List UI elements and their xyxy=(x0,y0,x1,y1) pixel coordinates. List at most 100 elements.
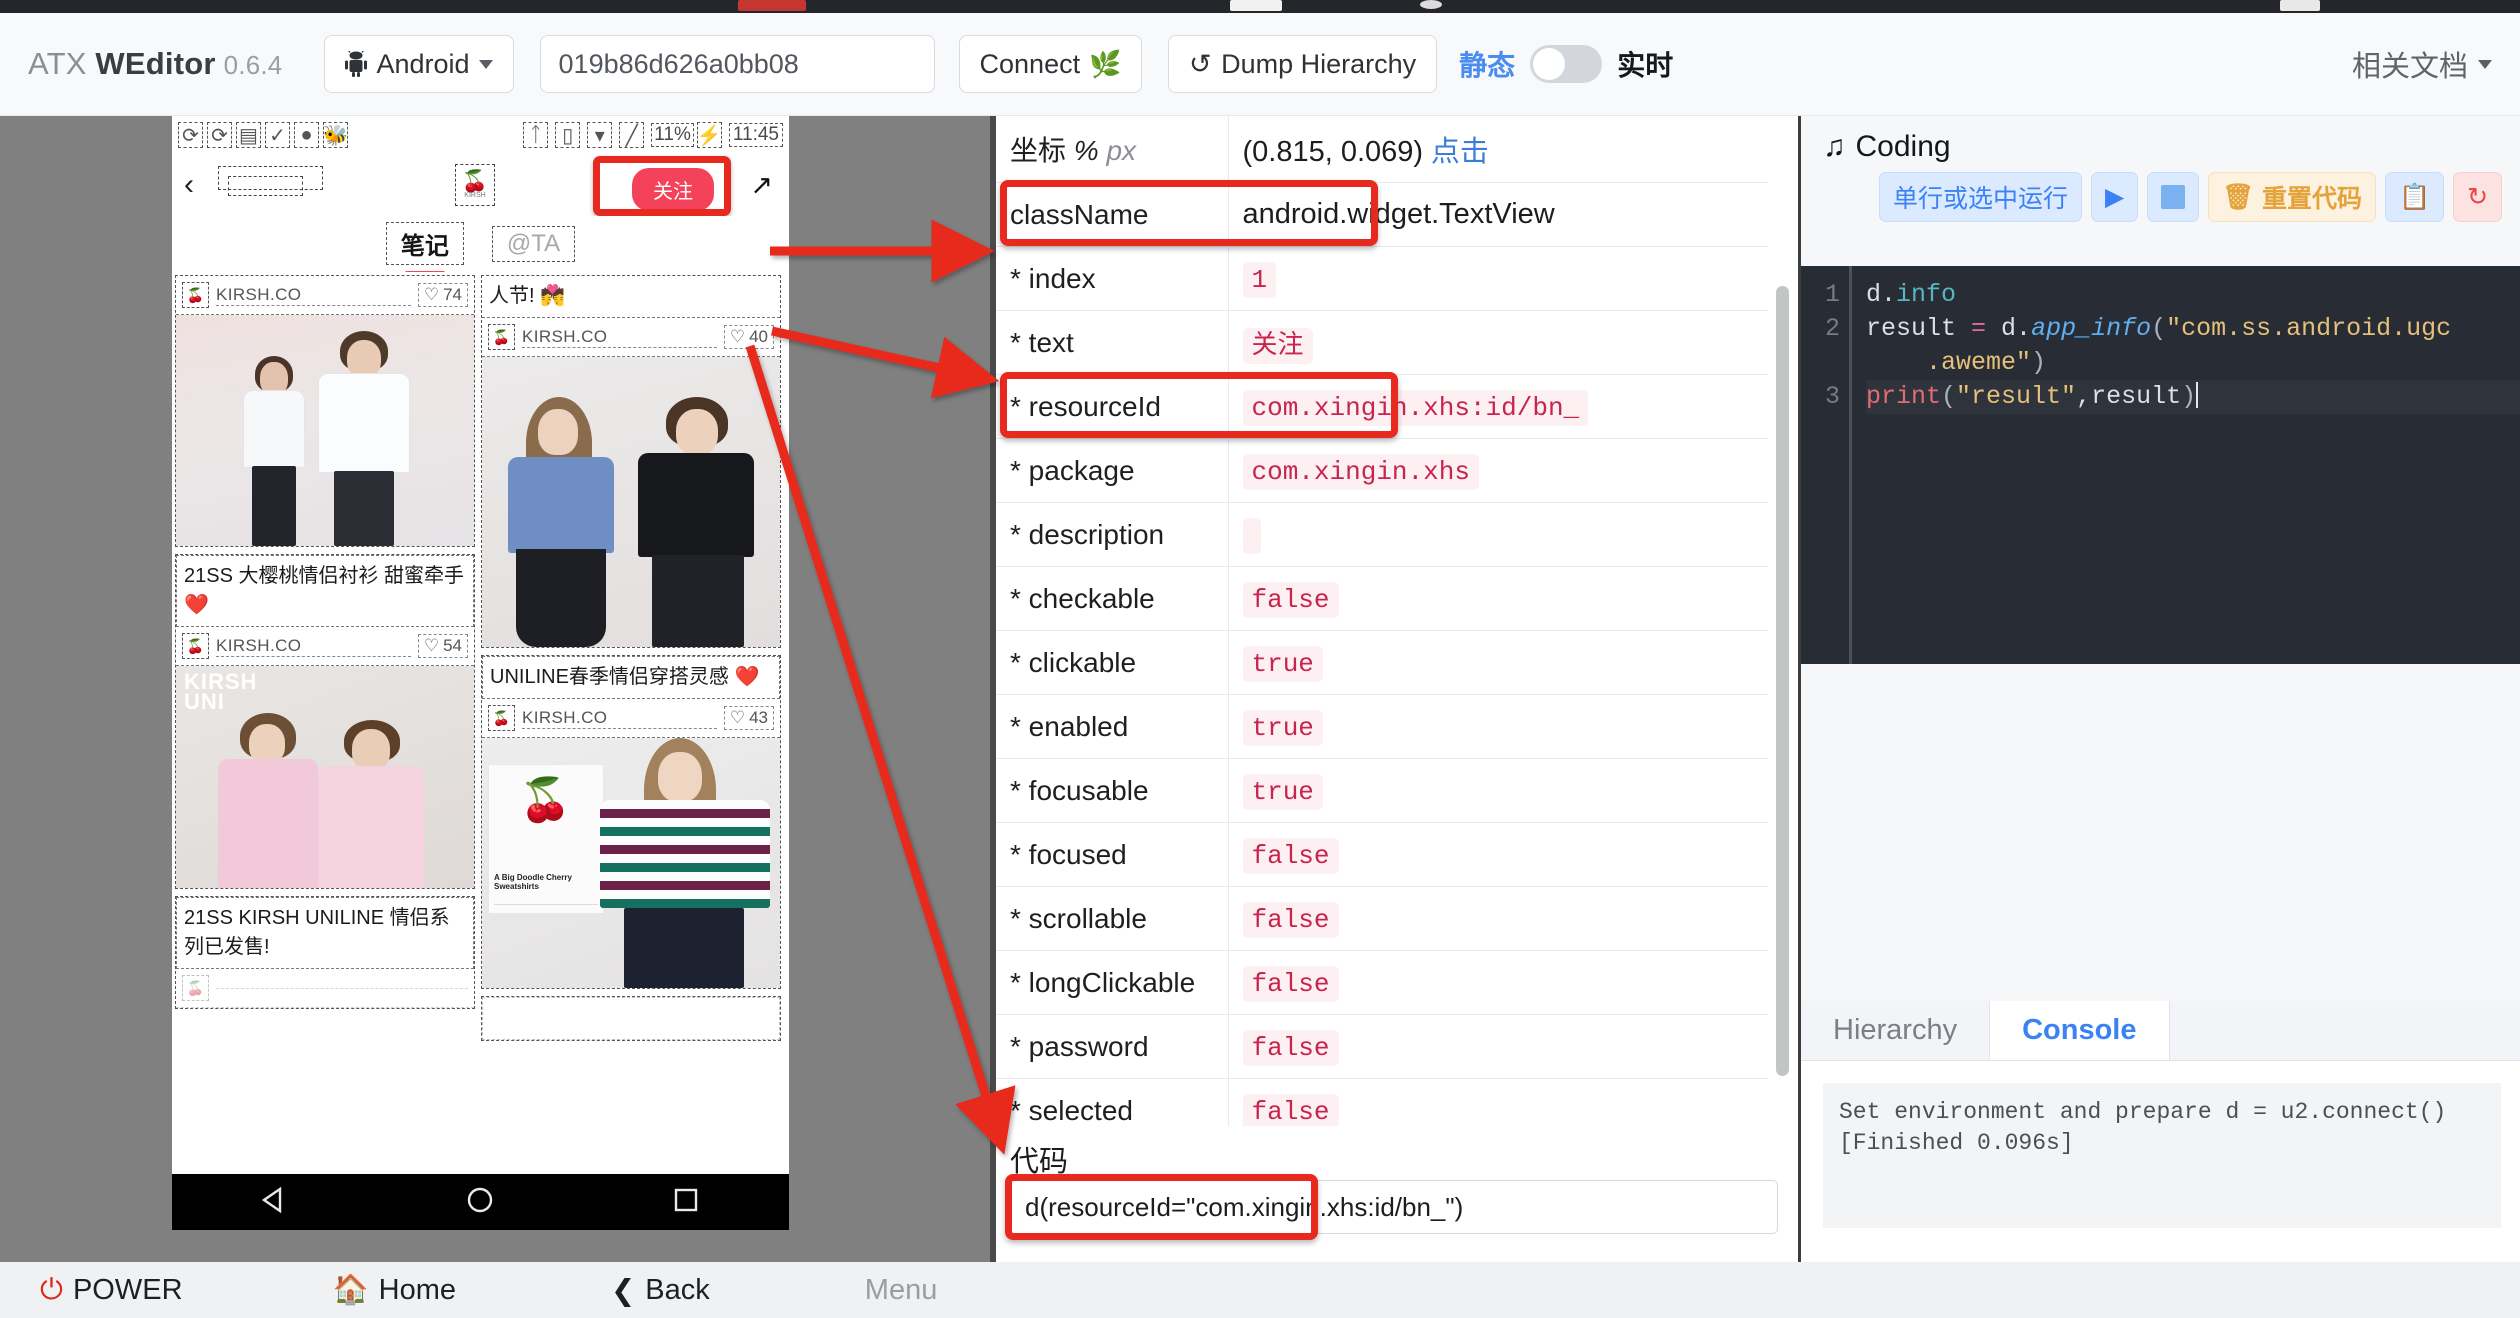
feed-card[interactable]: 🍒 KIRSH.CO ♡74 xyxy=(175,275,475,547)
back-button[interactable]: ❮ Back xyxy=(611,1273,710,1308)
prop-text: false xyxy=(1243,966,1339,1002)
stop-button[interactable] xyxy=(2147,172,2199,222)
prop-text: false xyxy=(1243,838,1339,874)
prop-key-checkable: * checkable xyxy=(996,567,1228,631)
prop-value-selected: false xyxy=(1228,1079,1768,1127)
card-title: 21SS 大樱桃情侣衬衫 甜蜜牵手 ❤️ xyxy=(176,555,474,627)
connect-button[interactable]: Connect 🌿 xyxy=(959,35,1143,93)
run-button[interactable]: ▶ xyxy=(2091,172,2138,222)
device-screen[interactable]: ⟳ ⟳ ▤ ✓ ● 🐝 ᛏ ▯ ▾ ╱ 11% ⚡ 11:45 ‹ xyxy=(172,116,789,1230)
feed-card[interactable]: 21SS KIRSH UNILINE 情侣系列已发售! 🍒 xyxy=(175,896,475,1009)
battery-percent: 11% xyxy=(651,123,694,147)
menu-button[interactable]: Menu xyxy=(865,1274,938,1307)
square-recents-icon[interactable] xyxy=(671,1186,701,1219)
properties-scroll-region[interactable]: 坐标 % px (0.815, 0.069) 点击 className andr… xyxy=(996,116,1798,1126)
signal-off-icon: ╱ xyxy=(619,122,644,148)
nav-subtitle-placeholder xyxy=(228,176,303,196)
code-section-label: 代码 xyxy=(1010,1138,1068,1180)
circle-icon: ● xyxy=(294,122,319,148)
generated-code-input[interactable] xyxy=(1010,1180,1778,1234)
card-author xyxy=(216,988,468,989)
card-likes: ♡54 xyxy=(418,634,468,658)
prop-text: 1 xyxy=(1243,262,1277,298)
device-feed: 🍒 KIRSH.CO ♡74 xyxy=(172,272,789,1174)
prop-key-focused: * focused xyxy=(996,823,1228,887)
prop-text: false xyxy=(1243,902,1339,938)
card-likes: ♡40 xyxy=(724,325,774,349)
dump-hierarchy-button[interactable]: ↻ Dump Hierarchy xyxy=(1168,35,1437,93)
card-meta: 🍒 KIRSH.CO ♡40 xyxy=(482,318,780,357)
copy-icon: 📋 xyxy=(2399,183,2430,212)
follow-button[interactable]: 关注 xyxy=(632,168,714,211)
table-row: * index 1 xyxy=(996,247,1768,311)
feed-card[interactable]: UNILINE春季情侣穿搭灵感 ❤️ 🍒 KIRSH.CO ♡43 🍒 A Bi… xyxy=(481,655,781,989)
run-selection-button[interactable]: 单行或选中运行 xyxy=(1879,172,2082,222)
external-link-icon[interactable]: ↗ xyxy=(750,170,773,201)
docs-label: 相关文档 xyxy=(2352,43,2468,85)
device-tab-at[interactable]: @TA xyxy=(492,226,575,262)
card-likes: ♡43 xyxy=(724,706,774,730)
cherry-logo-icon: 🍒 xyxy=(488,324,515,350)
reload-icon: ↻ xyxy=(2467,182,2488,212)
code-editor[interactable]: 1 2 3 d.info result = d.app_info("com.ss… xyxy=(1801,266,2520,664)
prop-text: android.widget.TextView xyxy=(1243,198,1555,230)
prop-key-scrollable: * scrollable xyxy=(996,887,1228,951)
table-row: className android.widget.TextView xyxy=(996,183,1768,247)
table-row: * resourceId com.xingin.xhs:id/bn_ xyxy=(996,375,1768,439)
table-row: * package com.xingin.xhs xyxy=(996,439,1768,503)
prop-value-text: 关注 xyxy=(1228,311,1768,375)
table-row: * text 关注 xyxy=(996,311,1768,375)
prop-value-password: false xyxy=(1228,1015,1768,1079)
app-title-bold: WEditor xyxy=(95,46,215,81)
main-area: ⟳ ⟳ ▤ ✓ ● 🐝 ᛏ ▯ ▾ ╱ 11% ⚡ 11:45 ‹ xyxy=(0,116,2520,1262)
cherry-graphic-icon: 🍒 xyxy=(519,779,571,821)
bottom-tab-bar: Hierarchy Console xyxy=(1801,1001,2520,1061)
back-label: Back xyxy=(645,1274,709,1307)
chevron-down-icon xyxy=(479,60,493,69)
prop-key-resourceId: * resourceId xyxy=(996,375,1228,439)
tab-hierarchy[interactable]: Hierarchy xyxy=(1801,1001,1989,1060)
line-number: 1 xyxy=(1801,278,1840,312)
power-button[interactable]: ⏻ POWER xyxy=(40,1274,183,1307)
chrome-artifact-red xyxy=(738,0,806,11)
related-docs-menu[interactable]: 相关文档 xyxy=(2352,43,2492,85)
editor-text[interactable]: d.info result = d.app_info("com.ss.andro… xyxy=(1849,266,2520,664)
feed-card[interactable]: 人节! 💏 🍒 KIRSH.CO ♡40 xyxy=(481,275,781,648)
prop-value-className: android.widget.TextView xyxy=(1228,183,1768,247)
coding-toolbar: 单行或选中运行 ▶ 🗑 重置代码 📋 ↻ xyxy=(1801,168,2520,230)
app-toolbar: ATX WEditor0.6.4 Android Connect 🌿 ↻ Dum… xyxy=(0,13,2520,116)
feed-card[interactable] xyxy=(481,996,781,1041)
vibrate-icon: ▯ xyxy=(555,122,580,148)
bluetooth-icon: ᛏ xyxy=(523,122,548,148)
logo-caption: KIRSH xyxy=(464,192,485,199)
copy-button[interactable]: 📋 xyxy=(2385,172,2444,222)
device-serial-input[interactable] xyxy=(540,35,935,93)
prop-text: true xyxy=(1243,710,1323,746)
properties-scrollbar[interactable] xyxy=(1776,286,1789,1076)
triangle-back-icon[interactable] xyxy=(260,1186,290,1219)
platform-select[interactable]: Android xyxy=(324,35,513,93)
table-row: * clickable true xyxy=(996,631,1768,695)
home-button[interactable]: 🏠 Home xyxy=(333,1273,456,1307)
prop-text: true xyxy=(1243,646,1323,682)
table-row: * enabled true xyxy=(996,695,1768,759)
prop-key-clickable: * clickable xyxy=(996,631,1228,695)
bolt-icon: ⚡ xyxy=(697,122,722,148)
cherry-logo-icon: 🍒 xyxy=(488,705,515,731)
power-label: POWER xyxy=(73,1274,183,1307)
mode-live-label: 实时 xyxy=(1617,44,1673,84)
chevron-left-icon[interactable]: ‹ xyxy=(184,168,194,202)
mode-toggle-switch[interactable] xyxy=(1530,45,1602,83)
coord-value: (0.815, 0.069) xyxy=(1243,136,1424,168)
device-tab-notes[interactable]: 笔记 xyxy=(386,222,464,265)
feed-card[interactable]: 21SS 大樱桃情侣衬衫 甜蜜牵手 ❤️ 🍒 KIRSH.CO ♡54 KIRS… xyxy=(175,554,475,889)
music-note-icon: ♫ xyxy=(1823,130,1846,164)
circle-home-icon[interactable] xyxy=(465,1186,495,1219)
coord-click-action[interactable]: 点击 xyxy=(1431,136,1489,168)
reset-code-button[interactable]: 🗑 重置代码 xyxy=(2208,172,2376,222)
reload-button[interactable]: ↻ xyxy=(2453,172,2502,222)
tab-console[interactable]: Console xyxy=(1989,1001,2169,1060)
prop-value-focused: false xyxy=(1228,823,1768,887)
prop-value-package: com.xingin.xhs xyxy=(1228,439,1768,503)
chrome-artifact-white-1 xyxy=(1230,0,1282,11)
